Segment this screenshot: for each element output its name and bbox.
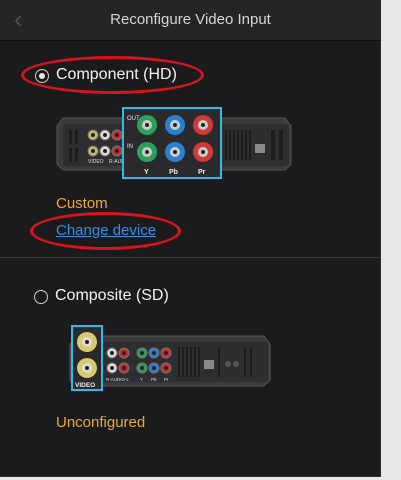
component-hd-label[interactable]: Component (HD) [56,66,177,84]
composite-pr-text: Pr [164,377,169,382]
composite-network-port [204,360,214,369]
device-video-text: VIDEO [88,159,104,165]
composite-status: Unconfigured [56,414,146,431]
change-device-link[interactable]: Change device [56,222,156,239]
composite-audio-text: R-AUDIO-L [106,377,129,382]
network-port [255,144,265,153]
pr-port-label: Pr [198,169,206,176]
pb-port-label: Pb [169,169,178,176]
device-back-panel [76,342,268,382]
composite-sd-radio[interactable] [34,290,48,304]
composite-video-label: VIDEO [75,382,95,389]
y-port-label: Y [144,169,149,176]
composite-pb-text: Pb [151,377,157,382]
composite-sd-label[interactable]: Composite (SD) [55,287,169,305]
composite-y-text: Y [140,377,143,382]
section-divider [0,257,381,258]
header-bar: ‹ Reconfigure Video Input [0,0,381,41]
reconfigure-video-input-panel: ‹ Reconfigure Video Input Component (HD)… [0,0,381,477]
component-hd-radio[interactable] [35,69,49,83]
in-label: IN [127,144,133,150]
page-title: Reconfigure Video Input [110,11,271,28]
component-status: Custom [56,195,108,212]
composite-device-illustration: VIDEO R-AUDIO-L Y Pb Pr [69,325,271,391]
component-device-illustration: VIDEO R-AUDIO OUT IN Y Pb Pr [56,107,292,179]
